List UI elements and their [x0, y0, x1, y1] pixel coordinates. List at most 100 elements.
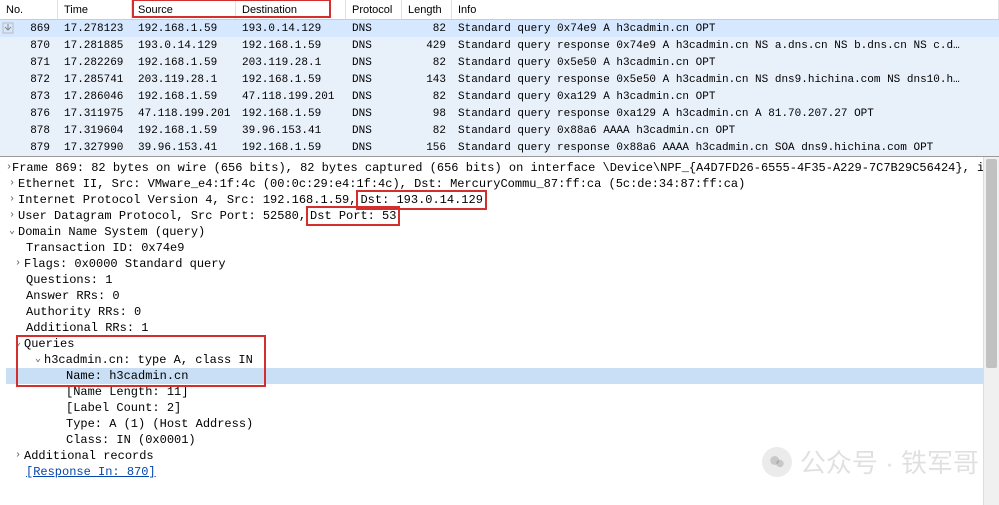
cell: 98: [402, 108, 452, 120]
cell: 143: [402, 74, 452, 86]
cell: 82: [402, 125, 452, 137]
detail-answer-rrs: Answer RRs: 0: [26, 288, 120, 304]
cell: 871: [0, 57, 58, 69]
detail-name: Name: h3cadmin.cn: [66, 368, 188, 384]
packet-details-pane[interactable]: › Frame 869: 82 bytes on wire (656 bits)…: [0, 157, 999, 505]
table-row[interactable]: 87217.285741203.119.28.1192.168.1.59DNS1…: [0, 71, 999, 88]
detail-addl-rrs: Additional RRs: 1: [26, 320, 148, 336]
detail-frame: Frame 869: 82 bytes on wire (656 bits), …: [12, 160, 999, 176]
cell: DNS: [346, 125, 402, 137]
detail-txid: Transaction ID: 0x74e9: [26, 240, 184, 256]
detail-response-in[interactable]: [Response In: 870]: [26, 464, 156, 480]
tree-ip[interactable]: › Internet Protocol Version 4, Src: 192.…: [6, 192, 993, 208]
cell: DNS: [346, 57, 402, 69]
detail-label-count: [Label Count: 2]: [66, 400, 181, 416]
tree-questions[interactable]: Questions: 1: [6, 272, 993, 288]
detail-ip-dst: Dst: 193.0.14.129: [360, 193, 482, 207]
cell: 193.0.14.129: [132, 40, 236, 52]
cell: 47.118.199.201: [132, 108, 236, 120]
table-row[interactable]: 87317.286046192.168.1.5947.118.199.201DN…: [0, 88, 999, 105]
cell: 870: [0, 40, 58, 52]
table-row[interactable]: 87617.31197547.118.199.201192.168.1.59DN…: [0, 105, 999, 122]
tree-dns[interactable]: ⌄ Domain Name System (query): [6, 224, 993, 240]
tree-query-item[interactable]: ⌄h3cadmin.cn: type A, class IN: [6, 352, 993, 368]
tree-query-type[interactable]: Type: A (1) (Host Address): [6, 416, 993, 432]
cell: 192.168.1.59: [132, 125, 236, 137]
cell: DNS: [346, 74, 402, 86]
cell: 82: [402, 23, 452, 35]
col-header-info[interactable]: Info: [452, 0, 999, 19]
packet-list-header: No. Time Source Destination Protocol Len…: [0, 0, 999, 20]
detail-udp-pre: User Datagram Protocol, Src Port: 52580,: [18, 208, 306, 224]
chevron-right-icon[interactable]: ›: [6, 192, 18, 208]
cell: DNS: [346, 23, 402, 35]
chevron-right-icon[interactable]: ›: [6, 208, 18, 224]
tree-ethernet[interactable]: › Ethernet II, Src: VMware_e4:1f:4c (00:…: [6, 176, 993, 192]
col-header-no[interactable]: No.: [0, 0, 58, 19]
tree-addl-records[interactable]: ›Additional records: [6, 448, 993, 464]
tree-queries[interactable]: ⌄Queries: [6, 336, 993, 352]
table-row[interactable]: 86917.278123192.168.1.59193.0.14.129DNS8…: [0, 20, 999, 37]
cell: Standard query response 0x5e50 A h3cadmi…: [452, 74, 999, 86]
tree-transaction-id[interactable]: Transaction ID: 0x74e9: [6, 240, 993, 256]
chevron-down-icon[interactable]: ⌄: [32, 352, 44, 368]
tree-auth-rrs[interactable]: Authority RRs: 0: [6, 304, 993, 320]
cell: DNS: [346, 108, 402, 120]
table-row[interactable]: 87917.32799039.96.153.41192.168.1.59DNS1…: [0, 139, 999, 156]
cell: 82: [402, 91, 452, 103]
tree-query-class[interactable]: Class: IN (0x0001): [6, 432, 993, 448]
detail-questions: Questions: 1: [26, 272, 112, 288]
cell: 879: [0, 142, 58, 154]
cell: Standard query response 0x88a6 AAAA h3ca…: [452, 142, 999, 154]
table-row[interactable]: 87017.281885193.0.14.129192.168.1.59DNS4…: [0, 37, 999, 54]
table-row[interactable]: 87117.282269192.168.1.59203.119.28.1DNS8…: [0, 54, 999, 71]
chevron-right-icon[interactable]: ›: [6, 176, 18, 192]
tree-answer-rrs[interactable]: Answer RRs: 0: [6, 288, 993, 304]
tree-udp[interactable]: › User Datagram Protocol, Src Port: 5258…: [6, 208, 993, 224]
col-header-protocol[interactable]: Protocol: [346, 0, 402, 19]
chevron-down-icon[interactable]: ⌄: [6, 224, 18, 240]
chevron-down-icon[interactable]: ⌄: [12, 336, 24, 352]
cell: 192.168.1.59: [132, 23, 236, 35]
packet-rows: 86917.278123192.168.1.59193.0.14.129DNS8…: [0, 20, 999, 156]
detail-queries: Queries: [24, 336, 74, 352]
cell: 39.96.153.41: [236, 125, 346, 137]
scrollbar-thumb[interactable]: [986, 159, 997, 368]
tree-query-name[interactable]: Name: h3cadmin.cn: [6, 368, 993, 384]
cell: 192.168.1.59: [236, 74, 346, 86]
detail-query-item: h3cadmin.cn: type A, class IN: [44, 352, 253, 368]
cell: 878: [0, 125, 58, 137]
cell: Standard query 0x88a6 AAAA h3cadmin.cn O…: [452, 125, 999, 137]
table-row[interactable]: 87817.319604192.168.1.5939.96.153.41DNS8…: [0, 122, 999, 139]
col-header-source[interactable]: Source: [132, 0, 236, 19]
cell: DNS: [346, 40, 402, 52]
tree-name-length[interactable]: [Name Length: 11]: [6, 384, 993, 400]
detail-addl-records: Additional records: [24, 448, 154, 464]
cell: 429: [402, 40, 452, 52]
cell: 193.0.14.129: [236, 23, 346, 35]
chevron-right-icon[interactable]: ›: [12, 448, 24, 464]
cell: 192.168.1.59: [132, 57, 236, 69]
tree-label-count[interactable]: [Label Count: 2]: [6, 400, 993, 416]
chevron-right-icon[interactable]: ›: [12, 256, 24, 272]
cell: 872: [0, 74, 58, 86]
cell: Standard query 0x74e9 A h3cadmin.cn OPT: [452, 23, 999, 35]
tree-addl-rrs[interactable]: Additional RRs: 1: [6, 320, 993, 336]
cell: 17.286046: [58, 91, 132, 103]
tree-frame[interactable]: › Frame 869: 82 bytes on wire (656 bits)…: [6, 160, 993, 176]
cell: 39.96.153.41: [132, 142, 236, 154]
cell: 203.119.28.1: [132, 74, 236, 86]
col-header-destination[interactable]: Destination: [236, 0, 346, 19]
vertical-scrollbar[interactable]: [983, 157, 999, 505]
detail-auth-rrs: Authority RRs: 0: [26, 304, 141, 320]
col-header-length[interactable]: Length: [402, 0, 452, 19]
detail-dns: Domain Name System (query): [18, 224, 205, 240]
cell: 192.168.1.59: [132, 91, 236, 103]
detail-name-len: [Name Length: 11]: [66, 384, 188, 400]
tree-flags[interactable]: ›Flags: 0x0000 Standard query: [6, 256, 993, 272]
cell: 17.311975: [58, 108, 132, 120]
col-header-time[interactable]: Time: [58, 0, 132, 19]
cell: 17.285741: [58, 74, 132, 86]
tree-response-in[interactable]: [Response In: 870]: [6, 464, 993, 480]
cell: 192.168.1.59: [236, 142, 346, 154]
